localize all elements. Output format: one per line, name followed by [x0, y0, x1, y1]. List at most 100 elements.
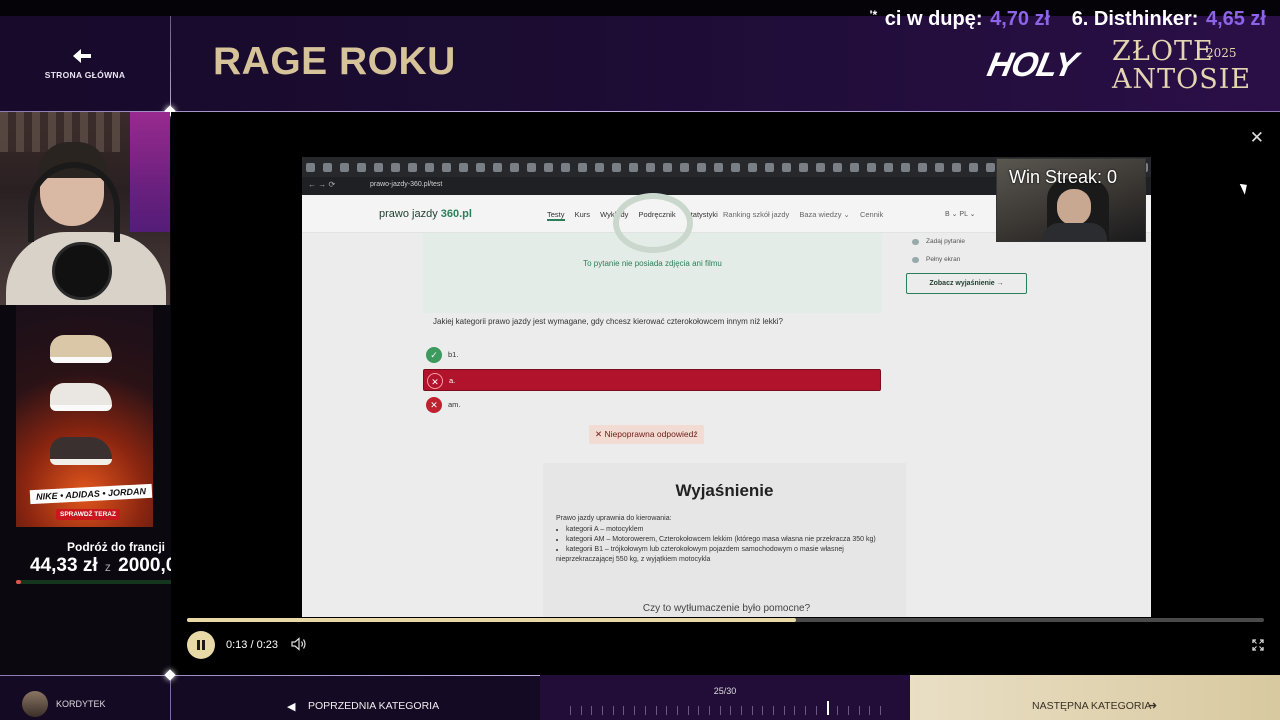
category-tick	[783, 706, 785, 715]
ad-cta-button[interactable]: SPRAWDŹ TERAZ	[56, 509, 120, 520]
tab-favicon-icon	[442, 163, 451, 172]
tab-favicon-icon	[425, 163, 434, 172]
guest-face	[1057, 189, 1091, 225]
category-counter: 25/30	[540, 675, 910, 720]
tab-favicon-icon	[544, 163, 553, 172]
header-divider	[170, 16, 171, 112]
tab-favicon-icon	[578, 163, 587, 172]
category-tick	[602, 706, 604, 715]
tab-favicon-icon	[323, 163, 332, 172]
category-tick	[687, 706, 689, 715]
previous-category-button[interactable]: ◀ POPRZEDNIA KATEGORIA	[171, 675, 540, 720]
category-tick	[719, 706, 721, 715]
site-menu-secondary: Ranking szkół jazdy Baza wiedzy ⌄ Cennik	[723, 210, 891, 219]
category-tick	[869, 706, 871, 715]
sneaker-ad[interactable]: NIKE • ADIDAS • JORDAN SPRAWDŹ TERAZ	[16, 305, 153, 527]
tab-favicon-icon	[680, 163, 689, 172]
tab-favicon-icon	[306, 163, 315, 172]
event-logo: HOLY ZŁOTE 2025 ANTOSIE	[984, 36, 1250, 96]
goal-progress-fill	[16, 580, 21, 584]
tab-favicon-icon	[850, 163, 859, 172]
tab-favicon-icon	[816, 163, 825, 172]
question-text: Jakiej kategorii prawo jazdy jest wymaga…	[433, 317, 783, 326]
next-category-label: NASTĘPNA KATEGORIA	[1032, 700, 1152, 712]
video-time: 0:13 / 0:23	[226, 639, 278, 651]
tab-favicon-icon	[731, 163, 740, 172]
mouse-cursor-icon	[1239, 181, 1251, 195]
tab-favicon-icon	[527, 163, 536, 172]
brand-year: 2025	[1206, 46, 1237, 60]
sneaker-image	[50, 437, 112, 465]
video-progress-bar[interactable]	[187, 618, 1264, 622]
answer-option: ✓ b1.	[423, 344, 881, 366]
video-player[interactable]: ✕ ← → ⟳ prawo-jazdy-360.pl/test prawo ja…	[171, 112, 1280, 675]
question-media-box: To pytanie nie posiada zdjęcia ani filmu	[423, 193, 882, 313]
tab-favicon-icon	[714, 163, 723, 172]
tab-favicon-icon	[748, 163, 757, 172]
category-tick	[826, 701, 829, 715]
ticker-item2-amount: 4,65 zł	[1205, 8, 1266, 30]
holy-logo: HOLY	[984, 46, 1081, 84]
category-tick	[837, 706, 839, 715]
arrow-left-icon	[73, 49, 91, 63]
category-tick	[847, 706, 849, 715]
tab-favicon-icon	[867, 163, 876, 172]
guest-shirt	[1043, 223, 1107, 241]
category-tick	[815, 706, 817, 715]
category-ticks	[570, 701, 881, 716]
tab-favicon-icon	[782, 163, 791, 172]
category-counter-label: 25/30	[713, 686, 737, 696]
tab-favicon-icon	[952, 163, 961, 172]
tab-favicon-icon	[986, 163, 995, 172]
ad-brands: NIKE • ADIDAS • JORDAN	[29, 483, 153, 505]
result-badge: ✕ Niepoprawna odpowiedź	[589, 425, 704, 444]
category-tick	[762, 706, 764, 715]
tab-favicon-icon	[901, 163, 910, 172]
ticker-item1-amount: 4,70 zł	[990, 8, 1051, 30]
tab-favicon-icon	[646, 163, 655, 172]
microphone-icon	[52, 242, 112, 300]
helpful-question: Czy to wytłumaczenie było pomocne?	[642, 603, 811, 614]
win-streak-text: Win Streak: 0	[1009, 167, 1118, 187]
tab-favicon-icon	[935, 163, 944, 172]
category-tick	[708, 706, 710, 715]
sneaker-image	[50, 335, 112, 363]
sneaker-image	[50, 383, 112, 411]
tab-favicon-icon	[595, 163, 604, 172]
back-home-button[interactable]: STRONA GŁÓWNA	[0, 16, 170, 112]
close-icon[interactable]: ✕	[1250, 128, 1264, 148]
x-icon: ✕	[427, 373, 443, 389]
browser-nav-icons: ← → ⟳	[308, 180, 336, 189]
category-tick	[794, 706, 796, 715]
ticker-item2-label: 6. Disthinker:	[1071, 8, 1199, 30]
tab-favicon-icon	[663, 163, 672, 172]
category-tick	[880, 706, 881, 715]
category-tick	[698, 706, 700, 715]
next-category-button[interactable]: NASTĘPNA KATEGORIA ➜	[910, 675, 1280, 720]
volume-icon[interactable]	[291, 637, 307, 651]
fullscreen-icon[interactable]	[1252, 639, 1264, 651]
category-tick	[612, 706, 614, 715]
explanation-title: Wyjaśnienie	[675, 481, 774, 500]
username: KORDYTEK	[56, 699, 106, 709]
answer-label: am.	[448, 400, 461, 409]
webcam-light	[130, 112, 170, 232]
category-tick	[805, 706, 807, 715]
avatar	[22, 691, 48, 717]
menu-item: Kurs	[574, 210, 591, 219]
pause-button[interactable]	[187, 631, 215, 659]
spinner-icon	[613, 193, 693, 253]
see-explanation-button: Zobacz wyjaśnienie →	[906, 273, 1027, 294]
fullscreen-item: Pełny ekran	[906, 251, 1106, 269]
category-tick	[580, 706, 582, 715]
tab-favicon-icon	[476, 163, 485, 172]
arrow-right-icon: ➜	[1148, 700, 1158, 712]
menu-item: Baza wiedzy ⌄	[799, 210, 850, 219]
explanation-intro: Prawo jazdy uprawnia do kierowania:	[556, 515, 672, 522]
answer-option: ✕ am.	[423, 394, 881, 416]
category-tick	[741, 706, 743, 715]
tab-favicon-icon	[408, 163, 417, 172]
ticker-item1-label: ci w dupę:	[884, 8, 983, 30]
guest-webcam-overlay: Win Streak: 0	[996, 158, 1146, 242]
category-tick	[773, 706, 775, 715]
